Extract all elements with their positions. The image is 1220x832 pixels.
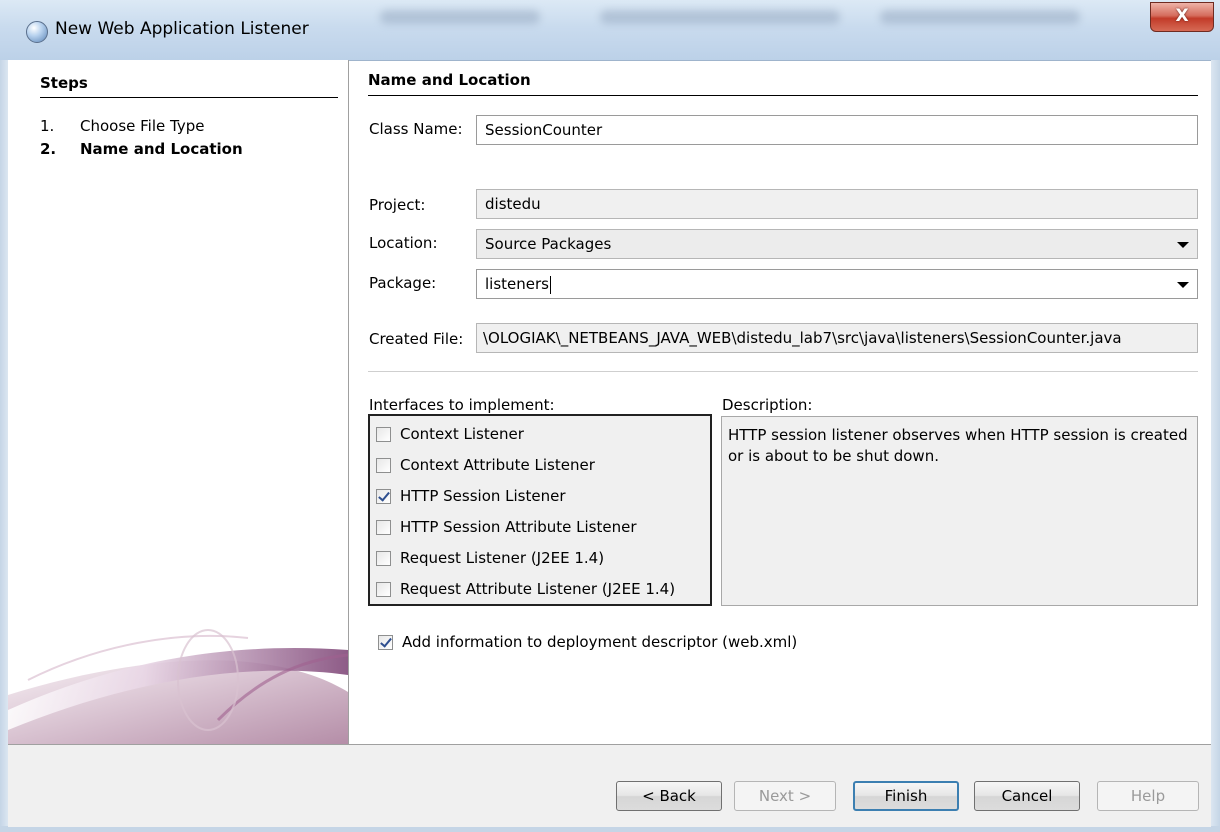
steps-divider [40, 97, 338, 98]
interface-item-http-session-listener[interactable]: HTTP Session Listener [376, 484, 566, 508]
step-2-number: 2. [40, 140, 57, 158]
next-button[interactable]: Next > [734, 781, 836, 811]
description-label: Description: [722, 396, 813, 414]
checkbox-checked[interactable] [378, 634, 393, 650]
checkbox[interactable] [376, 550, 391, 566]
interfaces-label: Interfaces to implement: [369, 396, 555, 414]
cancel-button[interactable]: Cancel [974, 781, 1080, 811]
checkbox[interactable] [376, 426, 391, 442]
section-divider [368, 95, 1198, 96]
interface-item-request-listener[interactable]: Request Listener (J2EE 1.4) [376, 546, 604, 570]
steps-title: Steps [40, 74, 88, 92]
location-label: Location: [369, 234, 438, 252]
interface-item-request-attribute-listener[interactable]: Request Attribute Listener (J2EE 1.4) [376, 577, 675, 601]
chevron-down-icon [1177, 242, 1189, 248]
class-name-input[interactable]: SessionCounter [476, 115, 1198, 145]
close-button[interactable]: X [1150, 2, 1214, 32]
location-value: Source Packages [485, 235, 612, 253]
text-cursor [549, 275, 551, 294]
window-frame-left [0, 60, 8, 832]
checkbox[interactable] [376, 457, 391, 473]
interface-item-context-listener[interactable]: Context Listener [376, 422, 524, 446]
project-label: Project: [369, 196, 426, 214]
interface-label: Context Listener [400, 425, 524, 443]
package-value: listeners [485, 275, 549, 293]
section-title: Name and Location [368, 71, 531, 89]
interface-label: Context Attribute Listener [400, 456, 595, 474]
separator [368, 371, 1198, 372]
netbeans-swoosh-graphic [8, 629, 348, 744]
created-file-label: Created File: [369, 330, 464, 348]
interfaces-list: Context Listener Context Attribute Liste… [368, 414, 712, 606]
project-field: distedu [476, 189, 1198, 219]
step-1-number: 1. [40, 117, 55, 135]
help-button[interactable]: Help [1097, 781, 1199, 811]
step-1-label: Choose File Type [80, 117, 205, 135]
chevron-down-icon [1177, 282, 1189, 288]
back-button[interactable]: < Back [616, 781, 722, 811]
checkbox[interactable] [376, 519, 391, 535]
description-text: HTTP session listener observes when HTTP… [721, 416, 1198, 606]
location-dropdown[interactable]: Source Packages [476, 229, 1198, 259]
deployment-descriptor-option[interactable]: Add information to deployment descriptor… [378, 630, 797, 654]
finish-button[interactable]: Finish [853, 781, 959, 811]
interface-label: Request Attribute Listener (J2EE 1.4) [400, 580, 676, 598]
interface-item-http-session-attribute-listener[interactable]: HTTP Session Attribute Listener [376, 515, 637, 539]
window-frame-right [1211, 60, 1220, 832]
checkbox[interactable] [376, 581, 391, 597]
interface-label: HTTP Session Attribute Listener [400, 518, 637, 536]
interface-label: Request Listener (J2EE 1.4) [400, 549, 605, 567]
step-2-label: Name and Location [80, 140, 243, 158]
window-title: New Web Application Listener [55, 19, 309, 39]
package-label: Package: [369, 274, 437, 292]
interface-item-context-attribute-listener[interactable]: Context Attribute Listener [376, 453, 595, 477]
class-name-label: Class Name: [369, 120, 463, 138]
interface-label: HTTP Session Listener [400, 487, 566, 505]
checkbox-checked[interactable] [376, 488, 391, 504]
deployment-descriptor-label: Add information to deployment descriptor… [402, 633, 798, 651]
package-combo[interactable]: listeners [476, 269, 1198, 299]
created-file-field: \OLOGIAK\_NETBEANS_JAVA_WEB\distedu_lab7… [476, 323, 1198, 353]
netbeans-cube-icon [26, 21, 48, 43]
steps-panel: Steps 1. Choose File Type 2. Name and Lo… [8, 60, 349, 744]
